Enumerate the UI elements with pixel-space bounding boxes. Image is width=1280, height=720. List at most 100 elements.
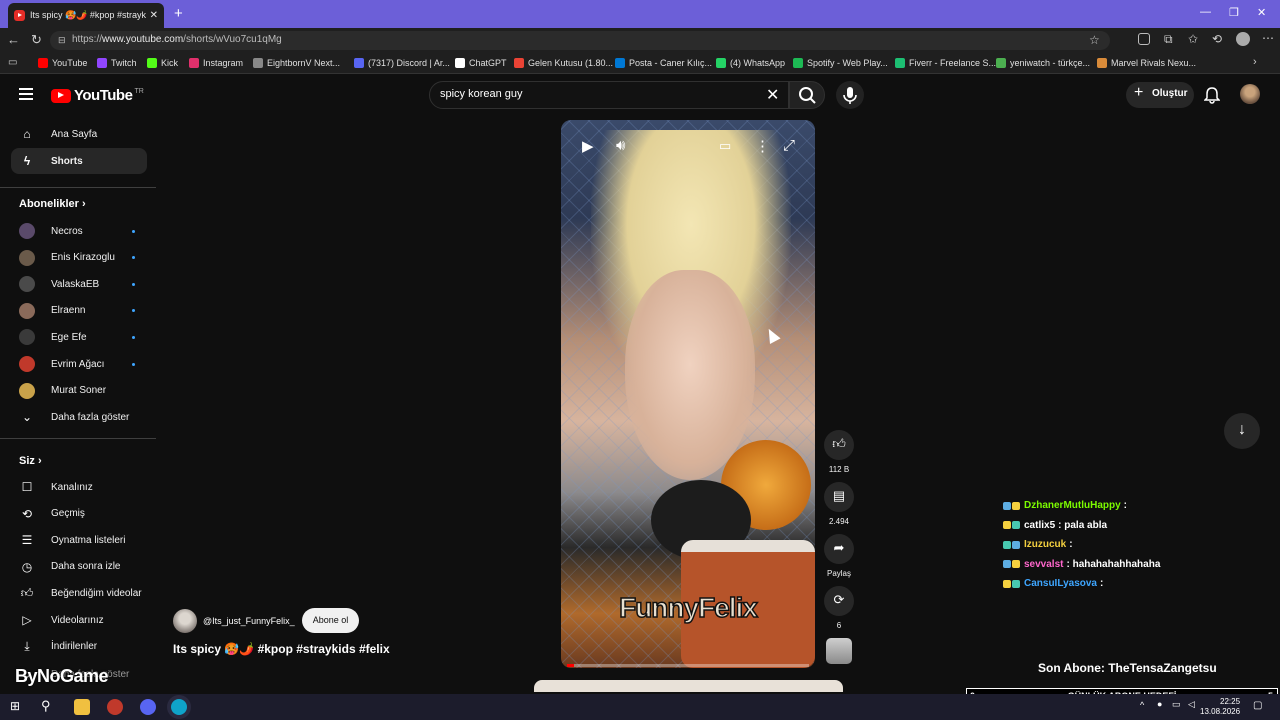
bookmarks-overflow-icon[interactable]: › [1253, 56, 1257, 68]
bookmark-item[interactable]: YouTube [38, 58, 87, 68]
sidebar-item-playlist[interactable]: ☰ Oynatma listeleri [11, 527, 147, 553]
show-more-subscriptions[interactable]: ⌄ Daha fazla göster [11, 404, 147, 430]
captions-icon[interactable]: ▭ [719, 138, 731, 154]
bookmark-item[interactable]: Gelen Kutusu (1.80... [514, 58, 613, 68]
search-clear-icon[interactable]: ✕ [766, 85, 779, 105]
subscription-item[interactable]: Elraenn [11, 298, 147, 324]
sidebar-item-shorts[interactable]: ϟ Shorts [11, 148, 147, 174]
video-progress-bar[interactable] [567, 664, 809, 667]
you-heading-label: Siz [19, 455, 35, 467]
tray-expand-icon[interactable]: ^ [1140, 700, 1144, 710]
next-short-preview[interactable] [534, 680, 843, 692]
bookmark-item[interactable]: Posta - Caner Kılıç... [615, 58, 712, 68]
taskbar-app-icon[interactable] [107, 699, 123, 715]
comment-icon: ▤ [832, 488, 846, 503]
edge-browser-icon[interactable] [171, 699, 187, 715]
bookmark-item[interactable]: Marvel Rivals Nexu... [1097, 58, 1196, 68]
youtube-logo[interactable]: YouTube TR [51, 87, 144, 104]
sidebar-item-history[interactable]: ⟲ Geçmiş [11, 501, 147, 527]
discord-icon[interactable] [140, 699, 156, 715]
network-icon[interactable]: ▭ [1172, 699, 1181, 710]
create-button[interactable]: + Oluştur [1126, 82, 1194, 108]
search-input[interactable]: spicy korean guy [429, 81, 789, 109]
new-tab-icon[interactable]: + [174, 5, 183, 22]
fullscreen-icon[interactable]: ⤢ [783, 137, 795, 154]
bookmark-item[interactable]: Twitch [97, 58, 137, 68]
bookmark-item[interactable]: (7317) Discord | Ar... [354, 58, 450, 68]
more-options-icon[interactable]: ⋮ [755, 137, 770, 155]
share-button[interactable]: ➦ [824, 534, 854, 564]
address-input[interactable]: https://www.youtube.com/shorts/wVuo7cu1q… [50, 31, 1110, 50]
streamer-logo: ByNoGame [15, 666, 109, 686]
history-toolbar-icon[interactable]: ⟲ [1212, 32, 1222, 46]
subscribe-button[interactable]: Abone ol [302, 608, 359, 633]
taskbar-search-icon[interactable]: ⚲ [41, 698, 51, 714]
more-menu-icon[interactable]: ⋯ [1262, 31, 1274, 45]
you-heading[interactable]: Siz › [19, 455, 42, 467]
notification-center-icon[interactable]: ▢ [1253, 700, 1262, 711]
like-button[interactable]: 👍︎ [824, 430, 854, 460]
bookmark-item[interactable]: Fiverr - Freelance S... [895, 58, 996, 68]
sidebar-item-label: Oynatma listeleri [51, 534, 126, 546]
minimize-icon[interactable]: — [1200, 6, 1211, 18]
reload-icon[interactable]: ↻ [31, 32, 42, 48]
sidebar-item-clock[interactable]: ◷ Daha sonra izle [11, 554, 147, 580]
subscription-item[interactable]: Evrim Ağacı [11, 351, 147, 377]
subscription-item[interactable]: Murat Soner [11, 378, 147, 404]
bookmark-item[interactable]: Instagram [189, 58, 243, 68]
sidebar-item-channel[interactable]: ☐ Kanalınız [11, 474, 147, 500]
windows-start-icon[interactable]: ⊞ [10, 699, 20, 713]
subscription-item[interactable]: ValaskaEB [11, 271, 147, 297]
thumbs-up-icon: 👍︎ [832, 436, 846, 451]
bookmark-item[interactable]: EightbornV Next... [253, 58, 340, 68]
bookmark-item[interactable]: yeniwatch - türkçe... [996, 58, 1090, 68]
sidebar-item-label: Geçmiş [51, 508, 85, 520]
subscriptions-heading[interactable]: Abonelikler › [19, 198, 86, 210]
bookmark-item[interactable]: ChatGPT [455, 58, 507, 68]
voice-search-button[interactable] [836, 81, 864, 109]
extensions-icon[interactable] [1138, 33, 1150, 45]
tab-active[interactable]: Its spicy 🥵🌶️ #kpop #straykids # ✕ [8, 3, 164, 28]
play-icon[interactable]: ▶ [582, 137, 594, 155]
file-explorer-icon[interactable] [74, 699, 90, 715]
shorts-player[interactable]: FunnyFelix ▶ 🔊︎ ▭ ⋮ ⤢ [561, 120, 815, 668]
profile-avatar[interactable] [1236, 32, 1250, 46]
back-icon[interactable]: ← [7, 32, 20, 47]
next-video-button[interactable]: ↓ [1224, 413, 1260, 449]
tab-close-icon[interactable]: ✕ [150, 10, 158, 21]
sidebar-item-video[interactable]: ▷ Videolarınız [11, 607, 147, 633]
star-icon[interactable]: ☆ [1089, 33, 1100, 47]
sidebar-item-download[interactable]: ⤓ İndirilenler [11, 634, 147, 660]
subscription-item[interactable]: Necros [11, 218, 147, 244]
bookmark-item[interactable]: (4) WhatsApp [716, 58, 785, 68]
chat-badge-icon [1003, 501, 1011, 510]
channel-name[interactable]: @Its_just_FunnyFelix_ [203, 616, 295, 626]
chat-text: : [1069, 539, 1073, 550]
system-clock[interactable]: 22:25 13.08.2026 [1200, 697, 1240, 717]
microphone-tray-icon[interactable]: ● [1157, 699, 1162, 709]
sound-thumbnail[interactable] [826, 638, 852, 664]
favorites-icon[interactable]: ✩ [1188, 32, 1198, 46]
subscription-item[interactable]: Ege Efe [11, 324, 147, 350]
restore-icon[interactable]: ❐ [1229, 6, 1239, 19]
comments-button[interactable]: ▤ [824, 482, 854, 512]
site-info-icon[interactable]: ⊟ [58, 35, 66, 46]
window-close-icon[interactable]: ✕ [1257, 6, 1266, 19]
bookmark-item[interactable]: Kick [147, 58, 178, 68]
search-button[interactable] [789, 81, 825, 109]
create-label: Oluştur [1152, 88, 1188, 99]
account-avatar[interactable] [1240, 84, 1260, 104]
split-screen-icon[interactable]: ⧉ [1164, 32, 1173, 47]
remix-button[interactable]: ⟳ [824, 586, 854, 616]
channel-avatar[interactable] [173, 609, 197, 633]
volume-icon[interactable]: 🔊︎ [616, 137, 625, 154]
guide-menu-icon[interactable] [19, 88, 33, 100]
new-content-dot [132, 282, 135, 286]
notifications-button[interactable] [1203, 86, 1221, 109]
bookmark-item[interactable]: Spotify - Web Play... [793, 58, 888, 68]
subscription-item[interactable]: Enis Kirazoglu [11, 245, 147, 271]
speaker-icon[interactable]: ◁ [1188, 699, 1195, 710]
bookmarks-toggle-icon[interactable]: ▭ [8, 57, 17, 68]
sidebar-item-like[interactable]: 👍︎ Beğendiğim videolar [11, 580, 147, 606]
sidebar-item-home[interactable]: ⌂ Ana Sayfa [11, 121, 147, 147]
